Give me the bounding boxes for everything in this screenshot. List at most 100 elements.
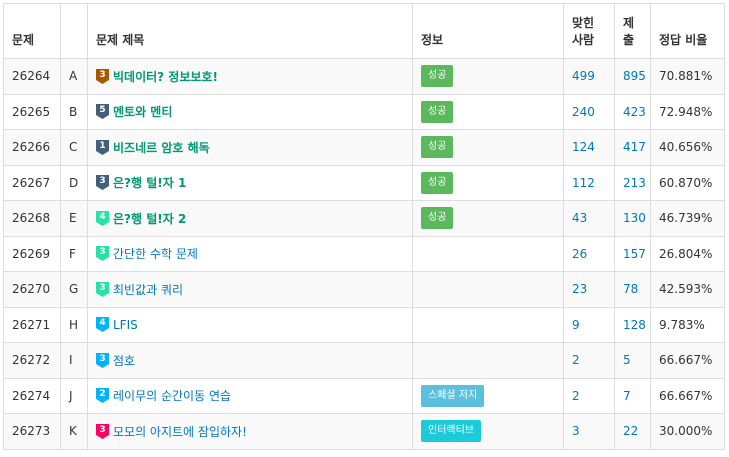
submit-count-cell: 213 xyxy=(614,164,651,201)
submit-count-link[interactable]: 128 xyxy=(623,318,646,332)
platinum-3-icon: 3 xyxy=(96,246,109,262)
tier-level: 3 xyxy=(99,282,106,293)
problem-info xyxy=(412,306,564,343)
header-submits-line2: 출 xyxy=(623,33,635,47)
solved-count-link[interactable]: 112 xyxy=(572,176,595,190)
submit-count-link[interactable]: 213 xyxy=(623,176,646,190)
table-row: 26266 C 1 비즈네르 암호 해독 성공 124 417 40.656% xyxy=(3,129,725,166)
accept-ratio: 46.739% xyxy=(650,200,725,237)
submit-count-cell: 423 xyxy=(614,93,651,130)
solved-count-link[interactable]: 43 xyxy=(572,211,587,225)
problem-title-cell: 3 점호 xyxy=(87,342,413,379)
solved-count-cell: 2 xyxy=(563,377,615,414)
solved-count-link[interactable]: 124 xyxy=(572,140,595,154)
problem-title-cell: 3 간단한 수학 문제 xyxy=(87,235,413,272)
submit-count-link[interactable]: 130 xyxy=(623,211,646,225)
table-row: 26264 A 3 빅데이터? 정보보호! 성공 499 895 70.881% xyxy=(3,58,725,95)
interactive-badge: 인터랙티브 xyxy=(421,420,481,443)
table-header-row: 문제 문제 제목 정보 맞힌 사람 제출 정답 비율 xyxy=(3,3,725,59)
submit-count-cell: 5 xyxy=(614,342,651,379)
solved-count-cell: 112 xyxy=(563,164,615,201)
problem-id: 26265 xyxy=(3,93,61,130)
problem-title-cell: 5 멘토와 멘티 xyxy=(87,93,413,130)
problem-id: 26267 xyxy=(3,164,61,201)
solved-count-cell: 43 xyxy=(563,200,615,237)
problem-letter: G xyxy=(60,271,88,308)
submit-count-link[interactable]: 78 xyxy=(623,282,638,296)
submit-count-link[interactable]: 423 xyxy=(623,105,646,119)
tier-level: 2 xyxy=(99,389,106,400)
problem-info: 성공 xyxy=(412,129,564,166)
solved-count-link[interactable]: 2 xyxy=(572,353,580,367)
tier-level: 3 xyxy=(99,247,106,258)
table-row: 26268 E 4 은?행 털!자 2 성공 43 130 46.739% xyxy=(3,200,725,237)
solved-count-link[interactable]: 240 xyxy=(572,105,595,119)
solved-count-link[interactable]: 23 xyxy=(572,282,587,296)
header-ratio[interactable]: 정답 비율 xyxy=(650,3,725,59)
problem-id: 26264 xyxy=(3,58,61,95)
problem-info xyxy=(412,271,564,308)
accept-ratio: 40.656% xyxy=(650,129,725,166)
problem-table: 문제 문제 제목 정보 맞힌 사람 제출 정답 비율 26264 A 3 빅데이터? 정… xyxy=(3,3,725,450)
problem-table-container: 문제 문제 제목 정보 맞힌 사람 제출 정답 비율 26264 A 3 빅데이터? 정… xyxy=(3,3,725,450)
problem-title-link[interactable]: 비즈네르 암호 해독 xyxy=(113,139,210,156)
problem-title-cell: 1 비즈네르 암호 해독 xyxy=(87,129,413,166)
solved-count-link[interactable]: 9 xyxy=(572,318,580,332)
accept-ratio: 26.804% xyxy=(650,235,725,272)
problem-title-link[interactable]: 점호 xyxy=(113,352,135,369)
solved-count-cell: 124 xyxy=(563,129,615,166)
tier-level: 3 xyxy=(99,424,106,435)
table-row: 26273 K 3 모모의 아지트에 잠입하자! 인터랙티브 3 22 30.000% xyxy=(3,413,725,450)
problem-id: 26270 xyxy=(3,271,61,308)
problem-title-link[interactable]: 모모의 아지트에 잠입하자! xyxy=(113,423,247,440)
submit-count-cell: 130 xyxy=(614,200,651,237)
accept-ratio: 30.000% xyxy=(650,413,725,450)
special-badge: 스페셜 저지 xyxy=(421,384,485,407)
problem-title-link[interactable]: 최빈값과 쿼리 xyxy=(113,281,183,298)
problem-title-cell: 2 레이무의 순간이동 연습 xyxy=(87,377,413,414)
problem-id: 26266 xyxy=(3,129,61,166)
solved-count-link[interactable]: 3 xyxy=(572,424,580,438)
solved-count-link[interactable]: 499 xyxy=(572,69,595,83)
header-problem[interactable]: 문제 xyxy=(3,3,61,59)
tier-level: 3 xyxy=(99,353,106,364)
solved-count-cell: 9 xyxy=(563,306,615,343)
problem-title-link[interactable]: 은?행 털!자 1 xyxy=(113,174,186,191)
submit-count-link[interactable]: 157 xyxy=(623,247,646,261)
problem-id: 26268 xyxy=(3,200,61,237)
solved-count-link[interactable]: 2 xyxy=(572,389,580,403)
header-submits[interactable]: 제출 xyxy=(614,3,651,59)
problem-title-link[interactable]: LFIS xyxy=(113,318,138,332)
submit-count-link[interactable]: 5 xyxy=(623,353,631,367)
solved-count-cell: 240 xyxy=(563,93,615,130)
submit-count-cell: 22 xyxy=(614,413,651,450)
problem-title-link[interactable]: 은?행 털!자 2 xyxy=(113,210,186,227)
problem-id: 26271 xyxy=(3,306,61,343)
header-info: 정보 xyxy=(412,3,564,59)
header-title[interactable]: 문제 제목 xyxy=(87,3,413,59)
problem-title-link[interactable]: 간단한 수학 문제 xyxy=(113,245,198,262)
accept-ratio: 42.593% xyxy=(650,271,725,308)
submit-count-link[interactable]: 22 xyxy=(623,424,638,438)
success-badge: 성공 xyxy=(421,171,454,194)
header-solved-line1: 맞힌 xyxy=(572,16,595,30)
problem-title-link[interactable]: 멘토와 멘티 xyxy=(113,103,172,120)
submit-count-link[interactable]: 7 xyxy=(623,389,631,403)
problem-info: 성공 xyxy=(412,93,564,130)
header-solved[interactable]: 맞힌 사람 xyxy=(563,3,615,59)
problem-letter: K xyxy=(60,413,88,450)
problem-letter: C xyxy=(60,129,88,166)
submit-count-cell: 417 xyxy=(614,129,651,166)
accept-ratio: 66.667% xyxy=(650,342,725,379)
solved-count-link[interactable]: 26 xyxy=(572,247,587,261)
problem-title-link[interactable]: 빅데이터? 정보보호! xyxy=(113,68,218,85)
ruby-3-icon: 3 xyxy=(96,423,109,439)
problem-letter: B xyxy=(60,93,88,130)
success-badge: 성공 xyxy=(421,100,454,123)
accept-ratio: 70.881% xyxy=(650,58,725,95)
solved-count-cell: 2 xyxy=(563,342,615,379)
submit-count-link[interactable]: 895 xyxy=(623,69,646,83)
problem-title-link[interactable]: 레이무의 순간이동 연습 xyxy=(113,387,231,404)
table-row: 26265 B 5 멘토와 멘티 성공 240 423 72.948% xyxy=(3,93,725,130)
submit-count-link[interactable]: 417 xyxy=(623,140,646,154)
